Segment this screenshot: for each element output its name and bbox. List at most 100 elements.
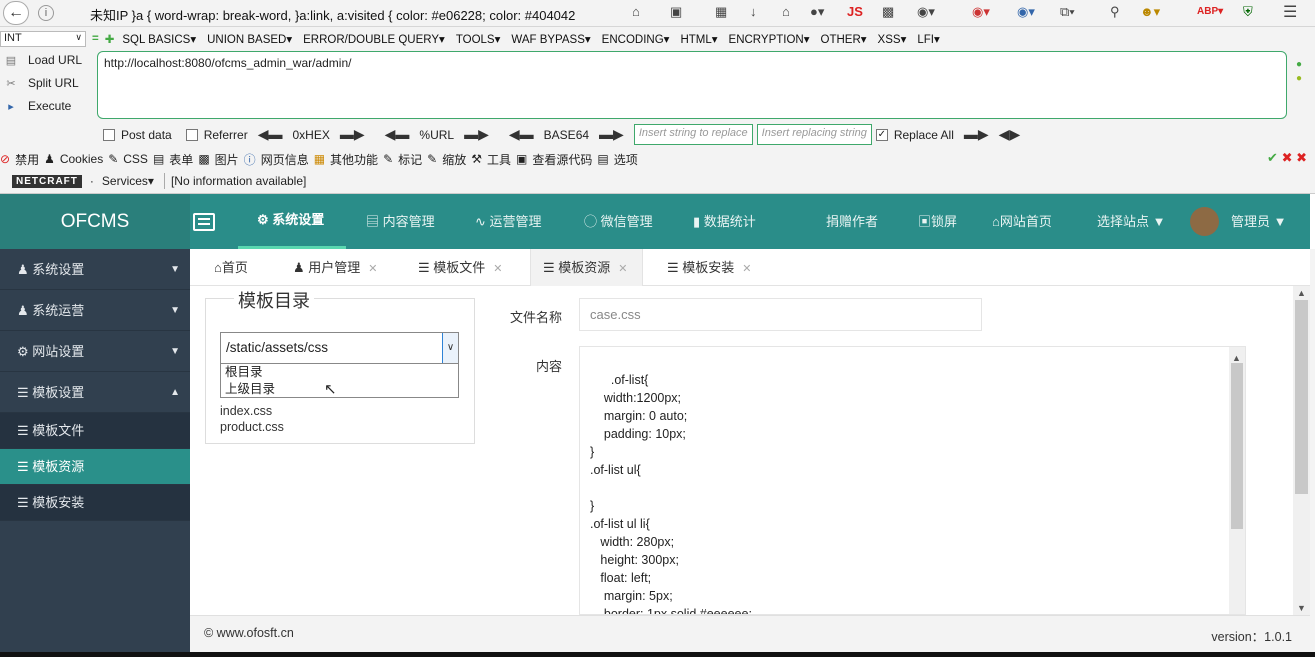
nav-statistics[interactable]: ▮ 数据统计: [693, 194, 756, 249]
directory-select[interactable]: /static/assets/css ∨: [220, 332, 459, 364]
arrow-left-icon[interactable]: ◀▬: [509, 126, 534, 143]
menu-waf-bypass[interactable]: WAF BYPASS▾: [511, 32, 590, 46]
option-parent[interactable]: 上级目录: [221, 381, 458, 398]
avatar[interactable]: [1190, 207, 1219, 236]
error-icon[interactable]: ✖: [1282, 150, 1293, 165]
webdev-cookies[interactable]: Cookies: [60, 152, 103, 166]
arrow-right-icon[interactable]: ▬▶: [599, 126, 624, 143]
chevron-down-icon[interactable]: ▼: [1297, 603, 1306, 613]
window-icon[interactable]: ⧉▾: [1060, 4, 1075, 20]
close-icon[interactable]: ✕: [618, 263, 627, 275]
js-icon[interactable]: JS: [847, 4, 863, 19]
eye-icon[interactable]: ◉▾: [972, 4, 990, 20]
menu-other[interactable]: OTHER▾: [821, 32, 867, 46]
nav-lock-screen[interactable]: ▣锁屏: [918, 194, 957, 249]
scroll-thumb[interactable]: [1231, 363, 1243, 529]
chevron-down-icon[interactable]: ∨: [442, 333, 458, 363]
close-icon[interactable]: ✖: [1296, 150, 1307, 165]
palette-icon[interactable]: ◉▾: [917, 4, 935, 20]
sidebar-sub-template-files[interactable]: ☰ 模板文件: [0, 413, 190, 449]
close-icon[interactable]: ✕: [493, 263, 502, 275]
referrer-checkbox[interactable]: [185, 128, 198, 141]
insert-string-input[interactable]: Insert string to replace: [633, 124, 753, 145]
replacing-string-input[interactable]: Insert replacing string: [756, 124, 872, 145]
sidebar-sub-template-resources[interactable]: ☰ 模板资源: [0, 449, 190, 485]
webdev-misc[interactable]: 其他功能: [330, 151, 378, 168]
home-icon[interactable]: ⌂: [632, 4, 640, 19]
check-icon[interactable]: ✔: [1267, 150, 1278, 165]
menu-encoding[interactable]: ENCODING▾: [602, 32, 670, 46]
load-url-button[interactable]: ▤ Load URL: [4, 53, 82, 67]
url-textarea[interactable]: http://localhost:8080/ofcms_admin_war/ad…: [97, 51, 1287, 119]
webdev-forms[interactable]: 表单: [169, 151, 193, 168]
back-button[interactable]: ←: [3, 1, 29, 25]
addon-icon[interactable]: ●▾: [810, 4, 824, 20]
bookmark-icon[interactable]: ▣: [670, 4, 682, 20]
menu-html[interactable]: HTML▾: [680, 32, 717, 46]
nav-donate[interactable]: 捐赠作者: [826, 194, 878, 249]
arrow-left-icon[interactable]: ◀▬: [258, 126, 283, 143]
home-button-icon[interactable]: ⌂: [782, 4, 790, 19]
menu-tools[interactable]: TOOLS▾: [456, 32, 501, 46]
sidebar-item-template-settings[interactable]: ☰ 模板设置 ▲: [0, 372, 190, 413]
tab-template-files[interactable]: ☰ 模板文件 ✕: [418, 249, 503, 286]
image-icon[interactable]: ▩: [882, 4, 894, 20]
sidebar-item-site-settings[interactable]: ⚙ 网站设置 ▼: [0, 331, 190, 372]
webdev-disable[interactable]: 禁用: [15, 151, 39, 168]
webdev-resize[interactable]: 缩放: [442, 151, 466, 168]
download-icon[interactable]: ↓: [750, 4, 757, 19]
app-logo[interactable]: OFCMS: [0, 194, 190, 249]
tab-template-resources[interactable]: ☰ 模板资源 ✕: [530, 249, 643, 286]
filename-input[interactable]: case.css: [579, 298, 982, 331]
adblock-icon[interactable]: ABP▾: [1197, 6, 1223, 17]
webdev-source[interactable]: 查看源代码: [532, 151, 592, 168]
menu-union-based[interactable]: UNION BASED▾: [207, 32, 292, 46]
replace-all-checkbox[interactable]: ✓: [875, 128, 888, 141]
webdev-tools[interactable]: 工具: [487, 151, 511, 168]
arrow-left-icon[interactable]: ◀▬: [385, 126, 410, 143]
sidebar-item-system-operations[interactable]: ♟ 系统运营 ▼: [0, 290, 190, 331]
execute-button[interactable]: ▸ Execute: [4, 99, 71, 113]
post-data-checkbox[interactable]: [103, 128, 115, 141]
tab-home[interactable]: ⌂首页: [214, 249, 248, 286]
menu-xss[interactable]: XSS▾: [878, 32, 907, 46]
tab-user-management[interactable]: ♟ 用户管理 ✕: [293, 249, 378, 286]
editor-scrollbar[interactable]: ▲: [1229, 347, 1245, 614]
nav-operations[interactable]: ∿ 运营管理: [475, 194, 542, 249]
clipboard-icon[interactable]: ▦: [715, 4, 727, 20]
shield-icon[interactable]: ⛨: [1243, 4, 1253, 20]
arrow-right-icon[interactable]: ▬▶: [464, 126, 489, 143]
page-scrollbar[interactable]: ▲ ▼: [1293, 286, 1310, 615]
close-icon[interactable]: ✕: [368, 263, 377, 275]
code-editor[interactable]: .of-list{ width:1200px; margin: 0 auto; …: [579, 346, 1246, 615]
plus-icon[interactable]: ✚: [105, 32, 115, 46]
webdev-outline[interactable]: 标记: [398, 151, 422, 168]
nav-select-site[interactable]: 选择站点 ▼: [1097, 194, 1166, 249]
option-root[interactable]: 根目录: [221, 364, 458, 381]
webdev-images[interactable]: 图片: [215, 151, 239, 168]
nav-system-settings[interactable]: ⚙ 系统设置: [238, 194, 346, 249]
close-icon[interactable]: ✕: [742, 263, 751, 275]
menu-error-query[interactable]: ERROR/DOUBLE QUERY▾: [303, 32, 445, 46]
scroll-thumb[interactable]: [1295, 300, 1308, 494]
nav-wechat[interactable]: ◯ 微信管理: [584, 194, 653, 249]
arrow-left-right-icon[interactable]: ◀▶: [999, 126, 1021, 143]
arrow-right-icon[interactable]: ▬▶: [964, 126, 989, 143]
menu-lfi[interactable]: LFI▾: [917, 32, 939, 46]
hackbar-select[interactable]: INT ∨: [0, 31, 86, 47]
file-item[interactable]: index.css: [220, 404, 272, 418]
services-menu[interactable]: Services: [102, 174, 148, 188]
webdev-info[interactable]: 网页信息: [261, 151, 309, 168]
menu-toggle-icon[interactable]: [193, 213, 215, 231]
sidebar-item-system-settings[interactable]: ♟ 系统设置 ▼: [0, 249, 190, 290]
netcraft-logo[interactable]: NETCRAFT: [12, 174, 82, 188]
webdev-options[interactable]: 选项: [614, 151, 638, 168]
sidebar-sub-template-install[interactable]: ☰ 模板安装: [0, 485, 190, 521]
webdev-css[interactable]: CSS: [123, 152, 148, 166]
face-icon[interactable]: ☻▾: [1140, 4, 1160, 20]
nav-home-site[interactable]: ⌂网站首页: [992, 194, 1052, 249]
zoom-icon[interactable]: ⚲: [1110, 4, 1120, 20]
split-url-button[interactable]: ✂ Split URL: [4, 76, 78, 90]
tab-template-install[interactable]: ☰ 模板安装 ✕: [667, 249, 752, 286]
nav-content-management[interactable]: ▤ 内容管理: [366, 194, 435, 249]
